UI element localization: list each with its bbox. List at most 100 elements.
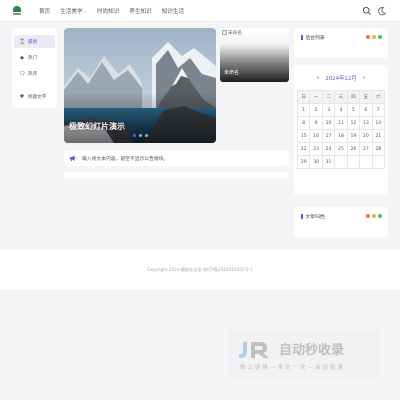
calendar-next-button[interactable]: » (363, 75, 366, 81)
jr-logo-icon (239, 342, 269, 358)
calendar-day[interactable]: 1 (296, 103, 311, 117)
calendar-month-title: 2024年12月 (325, 76, 357, 82)
yellow-dot-icon (372, 214, 376, 218)
orange-dot-icon (366, 35, 370, 39)
green-dot-icon (378, 35, 382, 39)
calendar-day (346, 155, 361, 169)
calendar-day[interactable]: 14 (371, 116, 386, 130)
side-article-card[interactable]: 未命名 未命名 (220, 28, 289, 82)
widget-top: 后台列表 (294, 28, 388, 58)
weekday-label: 五 (359, 90, 373, 104)
slider-dot[interactable] (144, 134, 148, 137)
calendar-day (359, 155, 373, 169)
weekday-label: 四 (346, 90, 361, 104)
calendar-day[interactable]: 9 (309, 116, 323, 130)
site-logo-icon[interactable] (13, 6, 21, 16)
calendar-day[interactable]: 10 (321, 116, 336, 130)
calendar-day[interactable]: 6 (359, 103, 373, 117)
calendar-day[interactable]: 5 (346, 103, 361, 117)
calendar-day[interactable]: 30 (309, 155, 323, 169)
sidebar-menu: ⌛ 最新 ◆ 热门 🗨 热评 ♥ 标题文字 (12, 28, 57, 108)
main-nav: 首页 生活美学⌄ 时尚知识 养生知识 知识生活 (39, 0, 194, 22)
weekday-label: 三 (334, 90, 348, 104)
calendar-grid: 日 一 二 三 四 五 六 1 2 3 4 5 6 7 8 9 10 11 12… (296, 90, 386, 169)
calendar-day[interactable]: 7 (371, 103, 386, 117)
yellow-dot-icon (372, 35, 376, 39)
slider-pagination (64, 134, 216, 137)
sidebar-item-hot[interactable]: ◆ 热门 (14, 51, 55, 64)
announcement-text: 输入纯文本内容，留空不显示公告模块。 (82, 156, 169, 162)
nav-item-life-aesthetics[interactable]: 生活美学⌄ (60, 7, 87, 15)
green-dot-icon (378, 214, 382, 218)
broken-image: 未命名 (222, 30, 242, 36)
orange-dot-icon (366, 214, 370, 218)
widget-dots (366, 35, 382, 39)
megaphone-icon (69, 155, 77, 162)
calendar-day[interactable]: 25 (334, 142, 348, 156)
title-accent-bar (301, 214, 303, 219)
calendar-day[interactable]: 18 (334, 129, 348, 143)
slide-title[interactable]: 极致幻灯片演示 (69, 121, 125, 132)
calendar-day[interactable]: 4 (334, 103, 348, 117)
image-alt-text: 未命名 (228, 31, 242, 36)
widget-title: 后台列表 (301, 34, 325, 41)
dark-mode-moon-icon[interactable] (377, 6, 387, 16)
calendar-prev-button[interactable]: « (316, 75, 319, 81)
chevron-down-icon: ⌄ (83, 9, 87, 14)
search-icon[interactable] (362, 6, 372, 16)
nav-item-knowledge[interactable]: 知识生活 (162, 7, 184, 15)
heart-icon: ♥ (19, 93, 25, 100)
calendar-day[interactable]: 19 (346, 129, 361, 143)
nav-item-label: 生活美学 (60, 9, 83, 15)
weekday-label: 六 (371, 90, 386, 104)
calendar-day[interactable]: 3 (321, 103, 336, 117)
calendar-day[interactable]: 17 (321, 129, 336, 143)
calendar-day[interactable]: 28 (371, 142, 386, 156)
watermark-title: 自动秒收录 (279, 343, 345, 358)
sidebar-item-label: 热评 (28, 71, 38, 77)
side-article-title[interactable]: 未命名 (224, 69, 239, 76)
watermark-banner: 自动秒收录 做 上 链 接 — 来 访 一 次 — 自 动 收 录 (229, 330, 381, 380)
calendar-day[interactable]: 20 (359, 129, 373, 143)
sidebar-item-label: 热门 (28, 55, 38, 61)
slider-dot[interactable] (138, 134, 142, 137)
hero-slider[interactable]: 极致幻灯片演示 (64, 28, 216, 143)
content-panel (64, 172, 289, 179)
calendar-day[interactable]: 22 (296, 142, 311, 156)
nav-item-fashion[interactable]: 时尚知识 (97, 7, 119, 15)
calendar-day[interactable]: 12 (346, 116, 361, 130)
calendar-day[interactable]: 23 (309, 142, 323, 156)
gem-icon: ◆ (20, 54, 24, 61)
title-accent-bar (301, 35, 303, 40)
calendar-day[interactable]: 27 (359, 142, 373, 156)
calendar-day[interactable]: 26 (346, 142, 361, 156)
weekday-label: 二 (321, 90, 336, 104)
widget-title: 文章归档 (301, 213, 325, 220)
widget-title-text: 后台列表 (305, 36, 325, 41)
sidebar-item-label: 标题文字 (28, 94, 47, 100)
calendar-header: « 2024年12月 » (294, 74, 388, 82)
sidebar-item-comments[interactable]: 🗨 热评 (14, 67, 55, 80)
nav-item-health[interactable]: 养生知识 (129, 7, 151, 15)
sidebar-item-title[interactable]: ♥ 标题文字 (14, 90, 55, 103)
hourglass-icon: ⌛ (19, 38, 26, 45)
nav-item-home[interactable]: 首页 (39, 7, 50, 15)
calendar-day[interactable]: 31 (321, 155, 336, 169)
slider-dot[interactable] (132, 134, 136, 137)
calendar-day[interactable]: 8 (296, 116, 311, 130)
calendar-day (334, 155, 348, 169)
calendar-day[interactable]: 11 (334, 116, 348, 130)
calendar-widget: « 2024年12月 » 日 一 二 三 四 五 六 1 2 3 4 5 6 7… (294, 65, 388, 195)
watermark-subtitle: 做 上 链 接 — 来 访 一 次 — 自 动 收 录 (240, 365, 344, 371)
calendar-day[interactable]: 29 (296, 155, 311, 169)
sidebar-item-label: 最新 (28, 39, 38, 45)
announcement-bar: 输入纯文本内容，留空不显示公告模块。 (64, 150, 289, 166)
calendar-day[interactable]: 24 (321, 142, 336, 156)
calendar-day[interactable]: 21 (371, 129, 386, 143)
calendar-day[interactable]: 2 (309, 103, 323, 117)
calendar-day[interactable]: 15 (296, 129, 311, 143)
sidebar-item-latest[interactable]: ⌛ 最新 (14, 35, 55, 48)
calendar-day (371, 155, 386, 169)
calendar-day[interactable]: 16 (309, 129, 323, 143)
calendar-day[interactable]: 13 (359, 116, 373, 130)
